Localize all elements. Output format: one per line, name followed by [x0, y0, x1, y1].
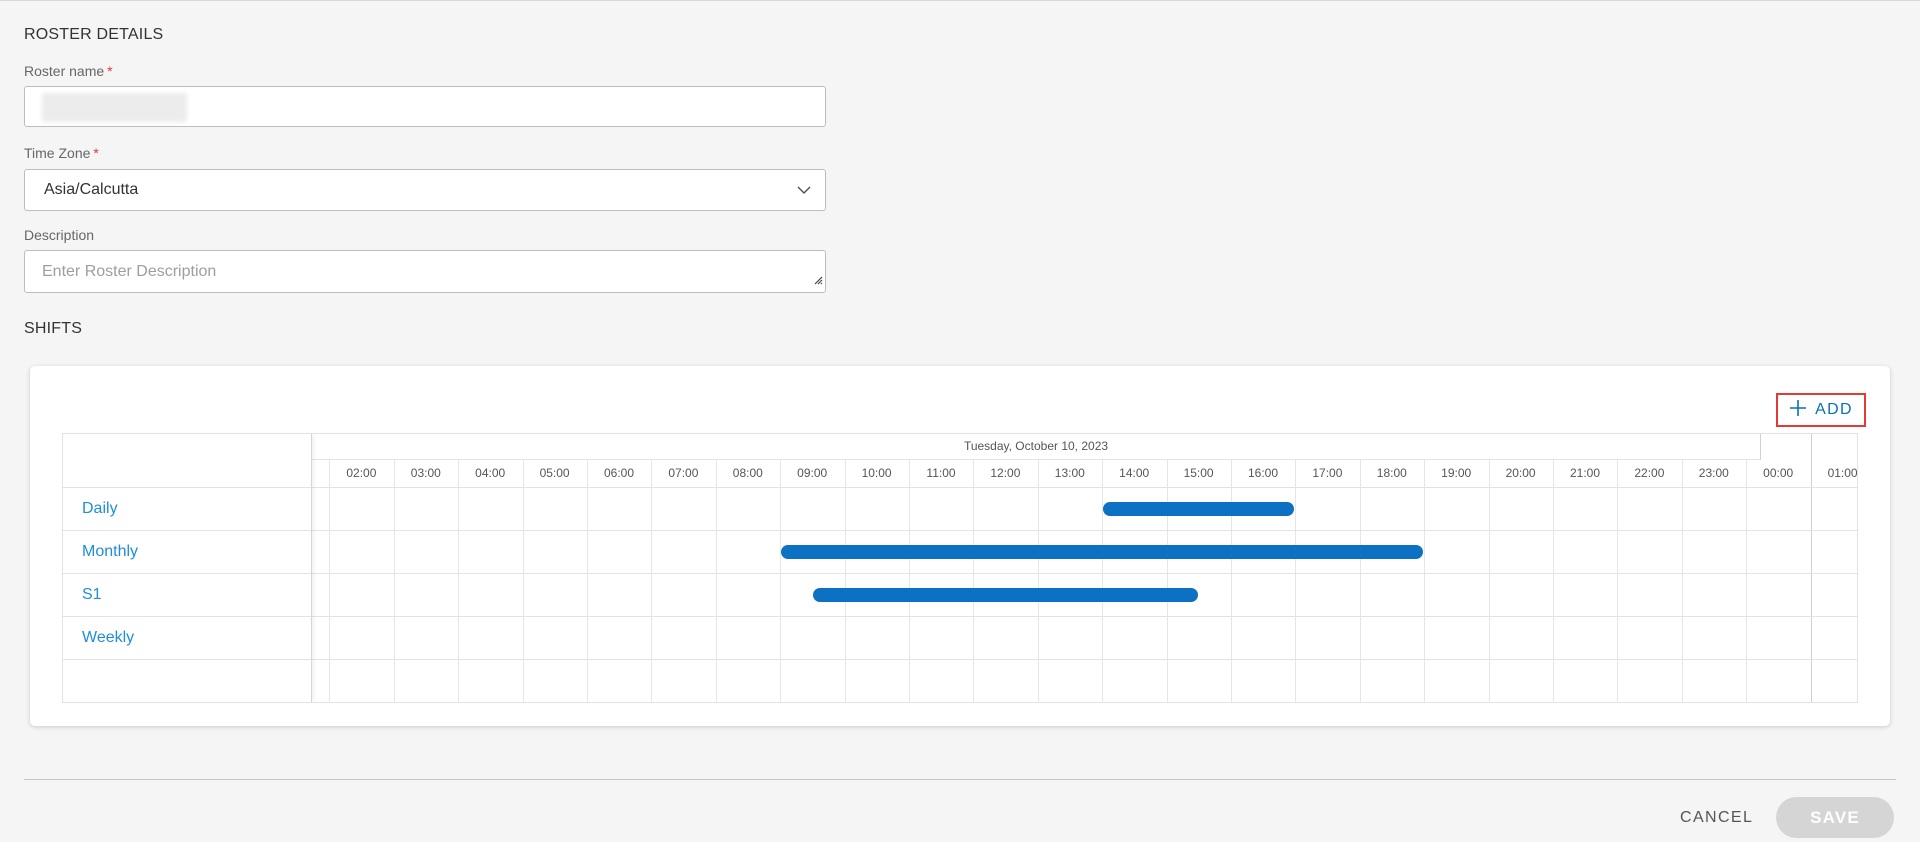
- timeline-grid: Tuesday, October 10, 2023 01:00 02:00 03:0…: [282, 434, 1858, 702]
- grid-column-line: [1617, 460, 1619, 702]
- grid-column-line: [1681, 460, 1683, 702]
- hour-label: 14:00: [1119, 466, 1150, 480]
- hour-label: 19:00: [1441, 466, 1472, 480]
- shift-row-weekly[interactable]: Weekly: [63, 617, 311, 660]
- add-shift-label: ADD: [1815, 401, 1853, 418]
- hour-label: 08:00: [732, 466, 763, 480]
- hour-label: 10:00: [861, 466, 892, 480]
- grid-column-line: [1488, 460, 1490, 702]
- chevron-down-icon: [796, 182, 812, 203]
- grid-row-line: [312, 530, 1857, 531]
- shift-bar-monthly[interactable]: [781, 544, 1424, 559]
- hour-label: 12:00: [990, 466, 1021, 480]
- grid-column-line: [393, 460, 395, 702]
- shift-name-column: Daily Monthly S1 Weekly: [63, 434, 312, 702]
- hour-label: 16:00: [1247, 466, 1279, 480]
- hour-label: 09:00: [797, 466, 828, 480]
- grid-column-line: [1746, 460, 1748, 702]
- grid-column-line: [1295, 460, 1297, 702]
- required-mark: *: [107, 63, 113, 79]
- description-placeholder: Enter Roster Description: [42, 263, 217, 280]
- grid-column-line: [1359, 460, 1361, 702]
- time-zone-value: Asia/Calcutta: [44, 181, 139, 198]
- grid-column-line: [587, 460, 588, 702]
- resize-handle-icon[interactable]: [813, 272, 823, 290]
- grid-column-line: [780, 460, 782, 702]
- redacted-value: [42, 93, 187, 122]
- hour-label: 04:00: [475, 466, 506, 480]
- grid-column-line: [1424, 460, 1426, 702]
- hour-label: 20:00: [1505, 466, 1536, 480]
- grid-column-line: [1553, 460, 1554, 702]
- hour-label: 18:00: [1376, 466, 1407, 480]
- grid-column-line: [909, 460, 910, 702]
- grid-row-line: [312, 659, 1857, 660]
- roster-name-input[interactable]: [24, 86, 826, 127]
- hour-label: 22:00: [1634, 466, 1665, 480]
- add-shift-button[interactable]: ADD: [1776, 393, 1866, 427]
- grid-column-line: [973, 460, 975, 702]
- description-textarea[interactable]: Enter Roster Description: [24, 250, 826, 293]
- top-divider: [0, 0, 1920, 1]
- hour-label: 13:00: [1054, 466, 1085, 480]
- hour-label: 15:00: [1183, 466, 1214, 480]
- grid-column-line: [458, 460, 460, 702]
- roster-details-heading: ROSTER DETAILS: [24, 26, 164, 43]
- hour-label: 03:00: [410, 466, 441, 480]
- hour-label: 02:00: [346, 466, 377, 480]
- grid-row-line: [312, 573, 1857, 574]
- hour-label: 01:00: [1827, 466, 1858, 480]
- grid-column-line: [1037, 460, 1039, 702]
- cancel-button[interactable]: CANCEL: [1680, 804, 1753, 832]
- hour-label: 07:00: [668, 466, 699, 480]
- shift-row-s1[interactable]: S1: [63, 574, 311, 617]
- hour-label: 17:00: [1312, 466, 1343, 480]
- grid-column-line: [522, 460, 524, 702]
- hour-label: 06:00: [603, 466, 635, 480]
- hour-label: 11:00: [926, 466, 956, 480]
- grid-column-line: [1166, 460, 1168, 702]
- shift-bar-s1[interactable]: [813, 587, 1198, 602]
- hour-label: 23:00: [1698, 466, 1729, 480]
- shift-row-monthly[interactable]: Monthly: [63, 531, 311, 574]
- grid-column-line: [651, 460, 653, 702]
- shift-row-empty: [63, 660, 311, 702]
- grid-column-line: [1102, 460, 1104, 702]
- description-label: Description: [24, 227, 95, 243]
- time-zone-label: Time Zone *: [24, 145, 99, 161]
- footer-divider: [24, 779, 1896, 780]
- grid-row-line: [312, 616, 1857, 617]
- shifts-heading: SHIFTS: [24, 320, 83, 337]
- roster-name-label: Roster name *: [24, 63, 113, 79]
- save-button[interactable]: SAVE: [1776, 797, 1894, 838]
- hour-label: 00:00: [1763, 466, 1794, 480]
- shift-timeline: Daily Monthly S1 Weekly Tuesday, October…: [62, 433, 1858, 703]
- shift-bar-daily[interactable]: [1103, 501, 1295, 516]
- time-zone-select[interactable]: Asia/Calcutta: [24, 169, 826, 211]
- header-divider: [312, 487, 1857, 488]
- grid-column-line: [715, 460, 717, 702]
- hour-label: 05:00: [539, 466, 570, 480]
- grid-column-line: [329, 460, 331, 702]
- shift-column-header: [63, 434, 311, 488]
- grid-column-line: [844, 460, 846, 702]
- shift-row-daily[interactable]: Daily: [63, 488, 311, 531]
- grid-column-line: [1231, 460, 1232, 702]
- timeline-date-header: Tuesday, October 10, 2023: [312, 434, 1761, 460]
- plus-icon: [1789, 399, 1807, 422]
- hour-label: 21:00: [1569, 466, 1601, 480]
- grid-column-line: [1810, 434, 1812, 702]
- required-mark: *: [93, 145, 99, 161]
